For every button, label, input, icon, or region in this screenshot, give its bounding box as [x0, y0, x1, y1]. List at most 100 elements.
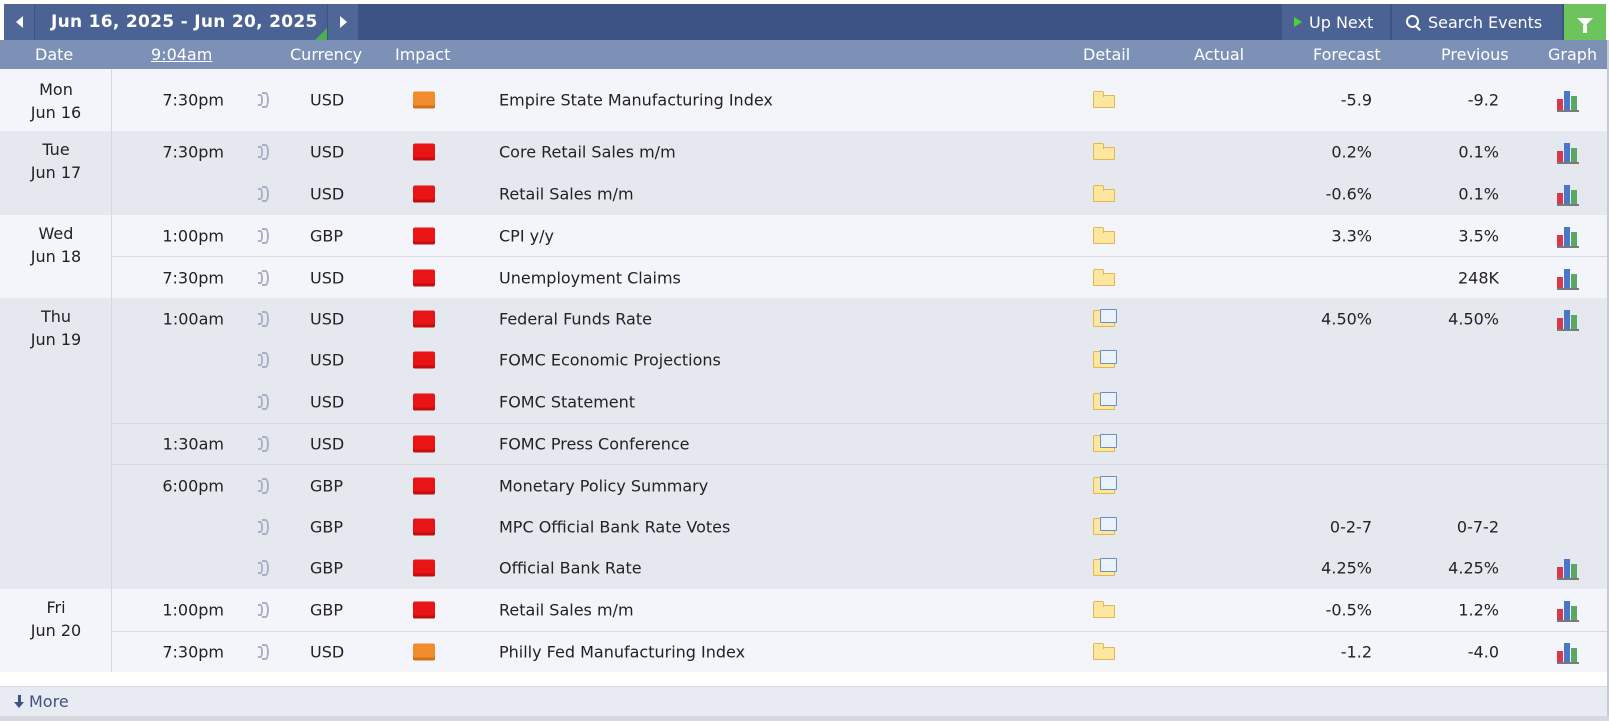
graph-bar-green [1571, 564, 1577, 578]
detail-button[interactable] [1093, 350, 1117, 368]
detail-button[interactable] [1093, 143, 1115, 160]
detail-button[interactable] [1093, 268, 1115, 286]
detail-button[interactable] [1093, 308, 1117, 327]
sound-alert-icon[interactable] [258, 186, 270, 202]
more-button[interactable]: More [14, 692, 69, 711]
sound-alert-icon[interactable] [258, 310, 270, 327]
event-title[interactable]: Retail Sales m/m [499, 601, 634, 620]
event-title[interactable]: Official Bank Rate [499, 559, 642, 578]
day-date: Jun 19 [30, 330, 82, 349]
graph-bar-green [1571, 231, 1577, 246]
detail-button[interactable] [1093, 601, 1115, 618]
graph-bar-blue [1564, 91, 1570, 110]
detail-button[interactable] [1093, 475, 1117, 494]
event-title[interactable]: Core Retail Sales m/m [499, 143, 676, 162]
graph-bar-green [1571, 606, 1577, 620]
bar-chart-icon[interactable] [1557, 600, 1581, 622]
day-date: Jun 16 [30, 103, 82, 122]
folder-icon [1093, 91, 1115, 108]
event-title[interactable]: FOMC Economic Projections [499, 351, 721, 370]
graph-bar-green [1571, 148, 1577, 162]
bar-chart-icon[interactable] [1557, 558, 1581, 580]
table-row: 7:30pm USD Philly Fed Manufacturing Index -… [0, 631, 1609, 672]
bar-chart-icon[interactable] [1557, 309, 1581, 331]
sound-alert-icon[interactable] [258, 560, 270, 576]
detail-button[interactable] [1093, 91, 1115, 108]
bar-chart-icon[interactable] [1557, 90, 1581, 112]
search-events-button[interactable]: Search Events [1392, 4, 1562, 40]
event-title[interactable]: FOMC Statement [499, 393, 635, 412]
event-currency: GBP [310, 600, 344, 620]
graph-bar-blue [1564, 601, 1570, 620]
sound-wave-outer [262, 269, 269, 286]
detail-button[interactable] [1093, 643, 1115, 660]
event-time: 1:00am [162, 309, 224, 328]
search-icon [1406, 14, 1421, 30]
sound-alert-icon[interactable] [258, 436, 270, 452]
sound-wave-outer [262, 394, 269, 410]
date-range-button[interactable]: Jun 16, 2025 - Jun 20, 2025 [35, 4, 327, 40]
sound-alert-icon[interactable] [258, 144, 270, 160]
graph-axis [1557, 287, 1579, 290]
graph-bar-red [1557, 193, 1563, 204]
day-date: Jun 17 [30, 163, 82, 182]
event-title[interactable]: Unemployment Claims [499, 268, 681, 287]
previous-value: 4.50% [1448, 309, 1499, 328]
next-week-button[interactable] [328, 4, 358, 40]
sound-alert-icon[interactable] [258, 644, 270, 660]
current-time-link[interactable]: 9:04am [151, 45, 212, 64]
bar-chart-icon[interactable] [1557, 142, 1581, 164]
previous-week-button[interactable] [4, 4, 34, 40]
table-row: 7:30pm USD Empire State Manufacturing Inde… [0, 69, 1609, 131]
forecast-value: -1.2 [1340, 642, 1372, 662]
event-title[interactable]: Federal Funds Rate [499, 309, 652, 328]
detail-button[interactable] [1093, 516, 1117, 535]
detail-button[interactable] [1093, 185, 1115, 202]
day-weekday: Fri [46, 598, 66, 617]
event-currency: GBP [310, 226, 344, 245]
sound-wave-outer [262, 310, 269, 327]
event-title[interactable]: CPI y/y [499, 226, 554, 245]
sound-alert-icon[interactable] [258, 394, 270, 410]
table-row: 7:30pm USD Core Retail Sales m/m 0.2% 0.1% [0, 131, 1609, 173]
table-row: 1:00am USD Federal Funds Rate 4.50% 4.50% [0, 298, 1609, 339]
event-time: 7:30pm [162, 90, 224, 110]
bar-chart-icon[interactable] [1557, 226, 1581, 248]
event-title[interactable]: Retail Sales m/m [499, 185, 634, 204]
sound-alert-icon[interactable] [258, 352, 270, 368]
event-title[interactable]: Philly Fed Manufacturing Index [499, 643, 745, 662]
detail-button[interactable] [1093, 434, 1117, 452]
bar-chart-icon[interactable] [1557, 268, 1581, 290]
graph-bar-red [1557, 651, 1563, 662]
sound-alert-icon[interactable] [258, 602, 270, 618]
table-row: 7:30pm USD Unemployment Claims 248K [0, 256, 1609, 298]
high-impact-icon [413, 559, 435, 577]
event-currency: GBP [310, 558, 344, 578]
filter-button[interactable] [1564, 4, 1606, 40]
detail-button[interactable] [1093, 392, 1117, 410]
event-title[interactable]: FOMC Press Conference [499, 435, 689, 454]
detail-button[interactable] [1093, 558, 1117, 576]
bar-chart-icon[interactable] [1557, 642, 1581, 664]
detail-button[interactable] [1093, 226, 1115, 244]
folder-news-icon [1093, 392, 1117, 410]
high-impact-icon [413, 143, 435, 161]
bar-chart-icon[interactable] [1557, 184, 1581, 206]
up-next-button[interactable]: Up Next [1282, 4, 1390, 40]
sound-alert-icon[interactable] [258, 477, 270, 494]
event-title[interactable]: MPC Official Bank Rate Votes [499, 517, 730, 536]
sound-alert-icon[interactable] [258, 518, 270, 535]
sound-wave-outer [262, 144, 269, 160]
sound-alert-icon[interactable] [258, 227, 270, 244]
download-arrow-icon [14, 694, 25, 709]
event-title[interactable]: Monetary Policy Summary [499, 476, 708, 495]
event-title[interactable]: Empire State Manufacturing Index [499, 91, 773, 110]
more-label: More [29, 692, 69, 711]
forecast-value: -0.6% [1325, 184, 1372, 204]
graph-bar-green [1571, 648, 1577, 662]
sound-alert-icon[interactable] [258, 92, 270, 108]
table-row: GBP Official Bank Rate 4.25% 4.25% [0, 547, 1609, 589]
sound-alert-icon[interactable] [258, 269, 270, 286]
graph-axis [1557, 328, 1579, 331]
up-next-label: Up Next [1309, 12, 1374, 32]
